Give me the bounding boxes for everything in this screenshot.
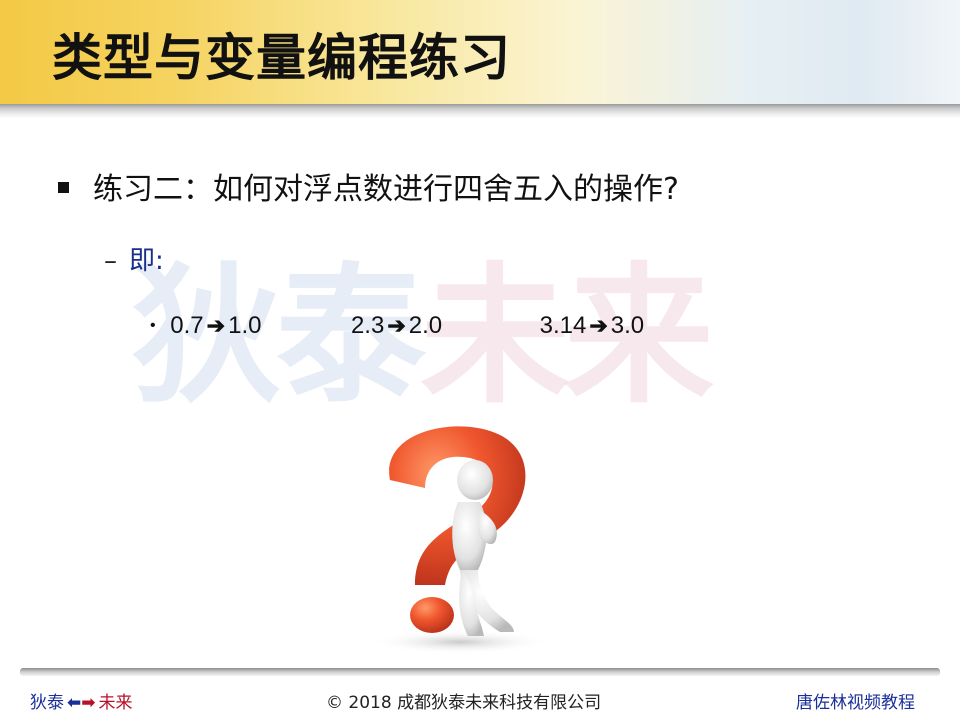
square-bullet-icon (58, 182, 69, 193)
footer-left-a: 狄泰 (30, 693, 64, 713)
right-arrow-icon: ➔ (206, 313, 226, 338)
dot-bullet-icon: • (150, 317, 156, 334)
footer-left-b: 未来 (98, 693, 133, 713)
page-title: 类型与变量编程练习 (52, 29, 511, 87)
example-to: 1.0 (228, 312, 262, 339)
question-mark-figure-illustration (370, 426, 550, 654)
double-arrow-icon: ⬅➡ (67, 693, 96, 713)
bullet-level1-text: 练习二：如何对浮点数进行四舍五入的操作? (93, 172, 679, 207)
example-from: 3.14 (539, 312, 587, 339)
example-item: 0.7 ➔ 1.0 (170, 312, 344, 340)
bullet-level1: 练习二：如何对浮点数进行四舍五入的操作? (58, 164, 679, 208)
title-bar: 类型与变量编程练习 (0, 0, 960, 118)
footer-copyright: © 2018 成都狄泰未来科技有限公司 (326, 693, 602, 713)
right-arrow-icon: ➔ (387, 313, 406, 338)
example-item: 3.14 ➔ 3.0 (540, 312, 645, 340)
example-from: 0.7 (170, 312, 204, 339)
example-to: 2.0 (408, 312, 443, 339)
example-from: 2.3 (350, 312, 385, 339)
footer-course-name: 唐佐林视频教程 (796, 693, 915, 713)
right-arrow-icon: ➔ (589, 313, 608, 338)
dash-bullet-icon: – (104, 246, 117, 276)
footer-left-brand: 狄泰 ⬅➡ 未来 (30, 688, 133, 713)
footer-divider (20, 668, 940, 676)
bullet-level2-text: 即: (129, 246, 164, 276)
bullet-level2: – 即: (104, 240, 164, 277)
example-to: 3.0 (610, 312, 645, 339)
bullet-level3: • 0.7 ➔ 1.0 2.3 ➔ 2.0 3.14 ➔ 3.0 (150, 312, 644, 340)
example-item: 2.3 ➔ 2.0 (351, 312, 533, 340)
